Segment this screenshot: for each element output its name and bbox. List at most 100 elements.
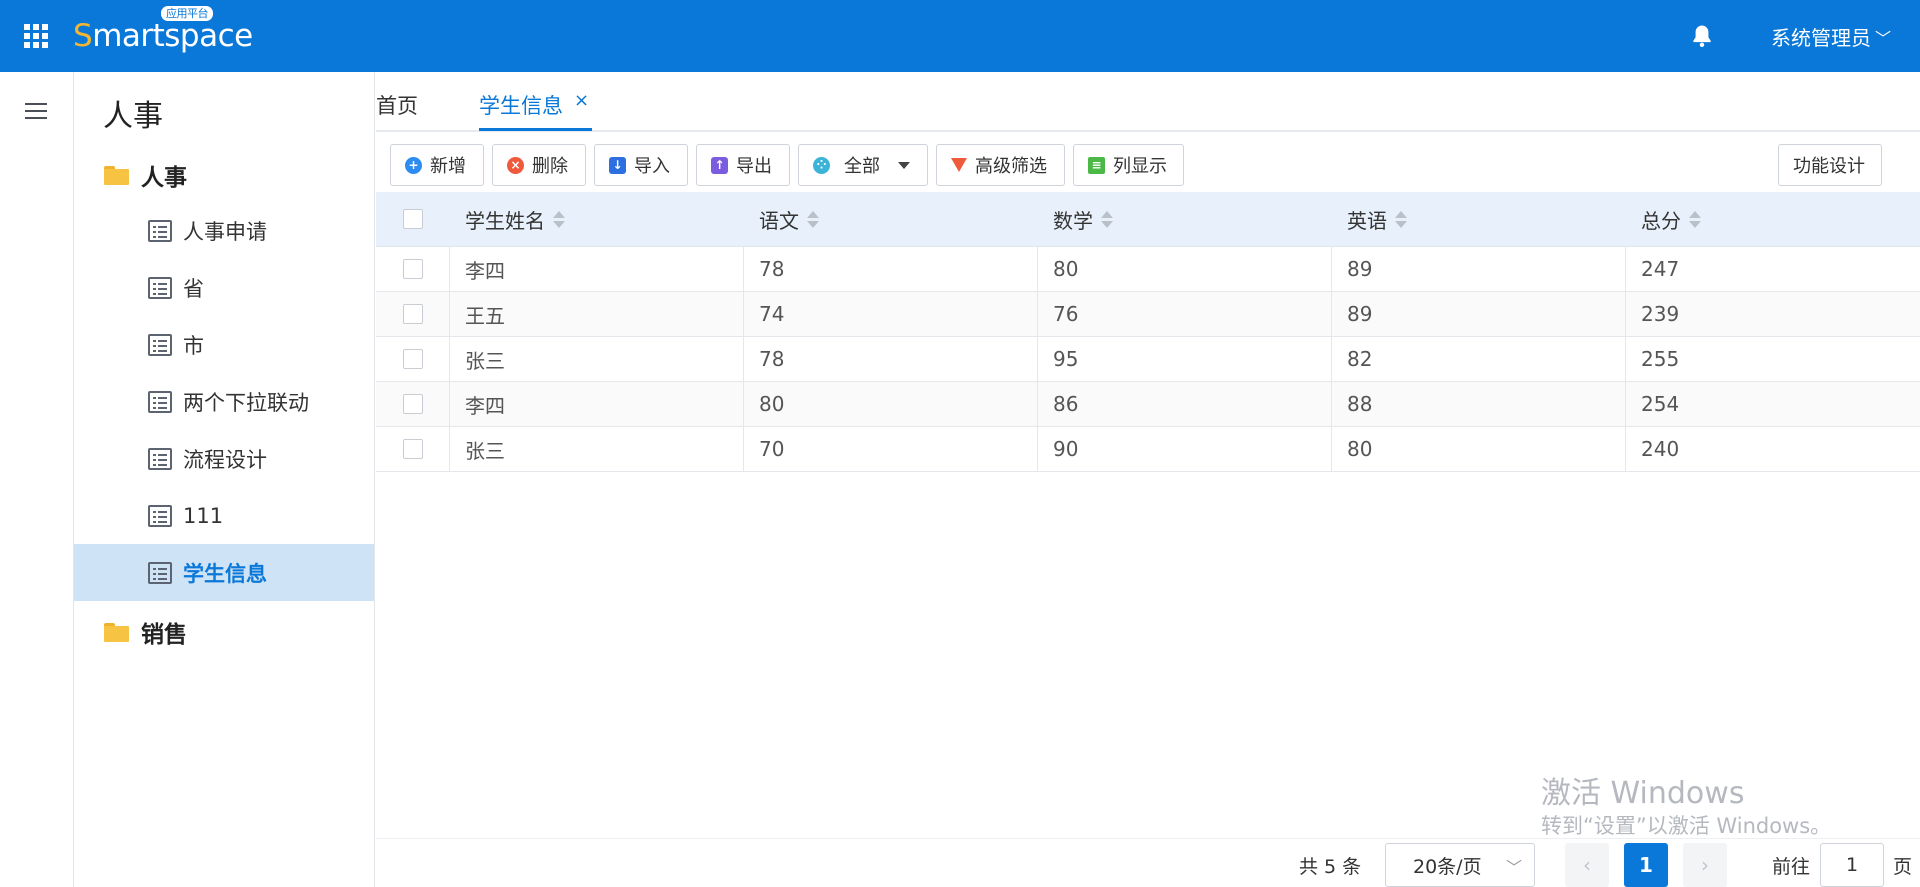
close-icon[interactable]: × (574, 90, 589, 111)
folder-icon (104, 622, 129, 642)
table-cell: 88 (1332, 382, 1626, 426)
column-header[interactable]: 语文 (744, 192, 1038, 246)
app-grid-button[interactable] (0, 0, 72, 72)
header-checkbox-cell (376, 192, 450, 246)
sort-icon[interactable] (1101, 210, 1113, 228)
list-icon (148, 276, 172, 299)
page-number-current[interactable]: 1 (1624, 843, 1668, 887)
sidebar-item-label: 学生信息 (183, 561, 267, 586)
delete-label: 删除 (532, 156, 568, 177)
table-row[interactable]: 张三 70 90 80 240 (376, 427, 1920, 472)
column-header[interactable]: 英语 (1332, 192, 1626, 246)
table-icon: ≡ (1088, 156, 1105, 174)
all-dropdown[interactable]: ⁘ 全部 (798, 144, 928, 186)
folder-open-icon (104, 165, 129, 185)
logo: Smartspace 应用平台 (73, 6, 253, 54)
column-header[interactable]: 数学 (1038, 192, 1332, 246)
sort-icon[interactable] (1689, 210, 1701, 228)
chevron-left-icon: ‹ (1583, 853, 1591, 877)
sidebar-item-hr-apply[interactable]: 人事申请 (74, 202, 374, 259)
sidebar-group-hr[interactable]: 人事 (104, 158, 187, 192)
add-button[interactable]: + 新增 (390, 144, 484, 186)
table-cell: 78 (744, 337, 1038, 381)
top-header: Smartspace 应用平台 系统管理员 ﹀ (0, 0, 1920, 72)
sort-icon[interactable] (807, 210, 819, 228)
hamburger-menu-icon[interactable] (25, 103, 47, 124)
row-checkbox[interactable] (402, 439, 423, 459)
tab-home[interactable]: 首页 (376, 90, 418, 120)
list-icon (148, 333, 172, 356)
table-cell: 张三 (450, 337, 744, 381)
close-circle-icon: × (507, 156, 524, 174)
column-header-label: 英语 (1347, 208, 1387, 233)
table-cell: 李四 (450, 247, 744, 291)
table-row[interactable]: 王五 74 76 89 239 (376, 292, 1920, 337)
goto-page-input[interactable]: 1 (1820, 843, 1884, 887)
caret-down-icon (898, 161, 910, 169)
select-all-checkbox[interactable] (403, 209, 423, 229)
bell-icon[interactable] (1688, 22, 1716, 50)
tab-student-info[interactable]: 学生信息 (479, 90, 563, 120)
table-cell: 76 (1038, 292, 1332, 336)
column-header[interactable]: 学生姓名 (450, 192, 744, 246)
logo-text: martspace (92, 18, 253, 54)
column-display-button[interactable]: ≡ 列显示 (1073, 144, 1184, 186)
row-checkbox-cell (376, 292, 450, 336)
next-page-button[interactable]: › (1683, 843, 1727, 887)
sidebar-group-sales[interactable]: 销售 (104, 615, 187, 649)
row-checkbox[interactable] (402, 259, 423, 279)
filter-icon (951, 158, 967, 172)
table-row[interactable]: 李四 80 86 88 254 (376, 382, 1920, 427)
sidebar-item-label: 流程设计 (183, 447, 267, 472)
user-menu[interactable]: 系统管理员 ﹀ (1771, 22, 1891, 51)
tab-bar: 首页 学生信息 × (376, 72, 1920, 132)
page-size-value: 20条/页 (1413, 855, 1482, 878)
column-header-label: 语文 (759, 208, 799, 233)
row-checkbox[interactable] (402, 304, 423, 324)
table-cell: 95 (1038, 337, 1332, 381)
table-cell: 239 (1641, 302, 1680, 326)
list-icon (148, 390, 172, 413)
page-size-select[interactable]: 20条/页 ﹀ (1385, 843, 1535, 887)
pager-divider (376, 838, 1920, 839)
table-cell: 86 (1038, 382, 1332, 426)
sidebar-item-dropdown-link[interactable]: 两个下拉联动 (74, 373, 374, 430)
row-checkbox[interactable] (402, 349, 423, 369)
chevron-right-icon: › (1701, 853, 1709, 877)
advanced-filter-button[interactable]: 高级筛选 (936, 144, 1065, 186)
sidebar-item-student-info[interactable]: 学生信息 (74, 544, 374, 601)
table-cell: 张三 (450, 427, 744, 471)
toolbar: + 新增 × 删除 ↓ 导入 ↑ 导出 ⁘ 全部 高级筛选 ≡ 列显示 功能设计 (376, 132, 1920, 192)
table-row[interactable]: 李四 78 80 89 247 (376, 247, 1920, 292)
row-checkbox[interactable] (402, 394, 423, 414)
advanced-filter-label: 高级筛选 (975, 156, 1047, 177)
all-label: 全部 (844, 156, 880, 177)
table-row[interactable]: 张三 78 95 82 255 (376, 337, 1920, 382)
sort-icon[interactable] (553, 210, 565, 228)
sidebar: 人事 人事 人事申请 省 市 两个下拉联动 流程设计 111 学生信息 销售 (74, 72, 375, 887)
sidebar-title: 人事 (103, 99, 163, 134)
column-display-label: 列显示 (1113, 156, 1167, 177)
list-icon (148, 504, 172, 527)
sidebar-item-111[interactable]: 111 (74, 487, 374, 544)
column-header[interactable]: 总分 (1626, 192, 1920, 246)
sidebar-item-city[interactable]: 市 (74, 316, 374, 373)
sidebar-item-province[interactable]: 省 (74, 259, 374, 316)
table-cell: 240 (1641, 437, 1680, 461)
sidebar-item-label: 两个下拉联动 (183, 390, 309, 415)
goto-label: 前往 (1772, 856, 1811, 878)
export-button[interactable]: ↑ 导出 (696, 144, 790, 186)
import-button[interactable]: ↓ 导入 (594, 144, 688, 186)
table-cell: 80 (1332, 427, 1626, 471)
list-icon (148, 561, 172, 584)
prev-page-button[interactable]: ‹ (1565, 843, 1609, 887)
table-cell: 78 (744, 247, 1038, 291)
sort-icon[interactable] (1395, 210, 1407, 228)
delete-button[interactable]: × 删除 (492, 144, 586, 186)
collapse-strip (0, 72, 74, 887)
sidebar-item-workflow[interactable]: 流程设计 (74, 430, 374, 487)
active-tab-indicator (479, 128, 592, 131)
column-header-label: 学生姓名 (465, 208, 545, 233)
table-cell: 李四 (450, 382, 744, 426)
function-design-button[interactable]: 功能设计 (1778, 144, 1882, 186)
